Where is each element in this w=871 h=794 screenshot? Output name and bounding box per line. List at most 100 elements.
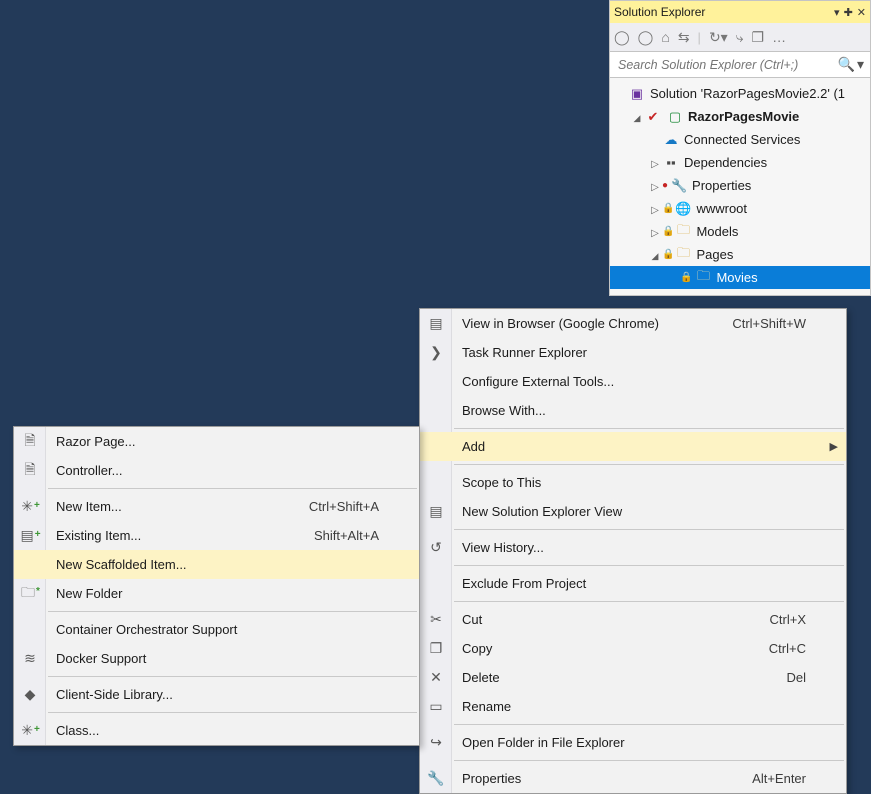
dependencies-node[interactable]: ▪▪ Dependencies <box>610 151 870 174</box>
docker-icon: ≋ <box>14 650 46 667</box>
models-node[interactable]: 🔒 🗀 Models <box>610 220 870 243</box>
solution-icon: ▣ <box>628 86 646 102</box>
pin-icon[interactable]: ✚ <box>844 6 853 19</box>
solution-explorer-search[interactable]: 🔍 ▾ <box>610 52 870 78</box>
menu-label: Copy <box>452 641 769 656</box>
dependencies-icon: ▪▪ <box>662 155 680 170</box>
menu-shortcut: Alt+Enter <box>752 771 806 786</box>
solution-explorer-titlebar: Solution Explorer ▾ ✚ ✕ <box>610 1 870 23</box>
solution-tree: ▣ Solution 'RazorPagesMovie2.2' (1 ✔ ▢ R… <box>610 78 870 295</box>
menu-label: Class... <box>46 723 379 738</box>
menu-shortcut: Del <box>786 670 806 685</box>
menu-client-side-library[interactable]: ◆ Client-Side Library... <box>14 680 419 709</box>
solution-explorer-panel: Solution Explorer ▾ ✚ ✕ ◯ ◯ ⌂ ⇆ | ↻▾ ⤷ ❐… <box>609 0 871 296</box>
menu-label: New Folder <box>46 586 379 601</box>
wwwroot-node[interactable]: 🔒 🌐 wwwroot <box>610 197 870 220</box>
project-node[interactable]: ✔ ▢ RazorPagesMovie <box>610 105 870 128</box>
more-icon[interactable]: … <box>772 29 786 45</box>
menu-add[interactable]: Add ▶ <box>420 432 846 461</box>
solution-explorer-toolbar: ◯ ◯ ⌂ ⇆ | ↻▾ ⤷ ❐ … <box>610 23 870 52</box>
menu-label: View History... <box>452 540 806 555</box>
copy-icon: ❐ <box>420 640 452 657</box>
menu-label: Open Folder in File Explorer <box>452 735 806 750</box>
menu-label: Exclude From Project <box>452 576 806 591</box>
show-all-icon[interactable]: ❐ <box>752 29 765 46</box>
menu-container-orchestrator[interactable]: Container Orchestrator Support <box>14 615 419 644</box>
menu-rename[interactable]: ▭ Rename <box>420 692 846 721</box>
wrench-icon: 🔧 <box>420 770 452 787</box>
menu-view-history[interactable]: ↺ View History... <box>420 533 846 562</box>
solution-node[interactable]: ▣ Solution 'RazorPagesMovie2.2' (1 <box>610 82 870 105</box>
search-icon[interactable]: 🔍 <box>838 56 855 73</box>
folder-icon: 🗀 <box>674 244 692 266</box>
menu-class[interactable]: ✳+ Class... <box>14 716 419 745</box>
sync-icon[interactable]: ⇆ <box>678 29 690 46</box>
folder-icon: 🗀 <box>674 221 692 243</box>
solution-label: Solution 'RazorPagesMovie2.2' (1 <box>650 86 845 101</box>
menu-shortcut: Ctrl+X <box>770 612 806 627</box>
close-icon[interactable]: ✕ <box>857 6 866 19</box>
menu-shortcut: Ctrl+Shift+W <box>732 316 806 331</box>
menu-exclude-from-project[interactable]: Exclude From Project <box>420 569 846 598</box>
menu-browse-with[interactable]: Browse With... <box>420 396 846 425</box>
new-folder-icon: 🗀* <box>14 582 46 606</box>
menu-existing-item[interactable]: ▤+ Existing Item... Shift+Alt+A <box>14 521 419 550</box>
refresh-icon[interactable]: ⤷ <box>736 29 744 46</box>
rename-icon: ▭ <box>420 698 452 715</box>
menu-label: Properties <box>452 771 752 786</box>
menu-task-runner[interactable]: ❯ Task Runner Explorer <box>420 338 846 367</box>
menu-controller[interactable]: 🗎 Controller... <box>14 456 419 485</box>
menu-docker-support[interactable]: ≋ Docker Support <box>14 644 419 673</box>
menu-label: Delete <box>452 670 786 685</box>
forward-icon[interactable]: ◯ <box>638 29 654 46</box>
browser-icon: ▤ <box>420 315 452 332</box>
menu-razor-page[interactable]: 🗎 Razor Page... <box>14 427 419 456</box>
add-submenu: 🗎 Razor Page... 🗎 Controller... ✳+ New I… <box>13 426 420 746</box>
menu-new-item[interactable]: ✳+ New Item... Ctrl+Shift+A <box>14 492 419 521</box>
movies-node[interactable]: 🔒 🗀 Movies <box>610 266 870 289</box>
page-icon: 🗎 <box>14 430 46 454</box>
menu-label: Rename <box>452 699 806 714</box>
properties-node[interactable]: ● 🔧 Properties <box>610 174 870 197</box>
menu-label: Browse With... <box>452 403 806 418</box>
submenu-arrow-icon: ▶ <box>830 440 838 453</box>
class-icon: ✳+ <box>14 722 46 739</box>
search-dropdown-icon[interactable]: ▾ <box>857 56 864 73</box>
menu-shortcut: Ctrl+C <box>769 641 806 656</box>
page-icon: 🗎 <box>14 459 46 483</box>
padlock-icon: 🔒 <box>662 226 674 237</box>
menu-cut[interactable]: ✂ Cut Ctrl+X <box>420 605 846 634</box>
history-icon[interactable]: ↻▾ <box>709 29 728 46</box>
menu-copy[interactable]: ❐ Copy Ctrl+C <box>420 634 846 663</box>
menu-delete[interactable]: ✕ Delete Del <box>420 663 846 692</box>
search-input[interactable] <box>616 57 836 73</box>
movies-label: Movies <box>716 270 757 285</box>
menu-shortcut: Shift+Alt+A <box>314 528 379 543</box>
home-icon[interactable]: ⌂ <box>661 29 669 45</box>
menu-open-in-file-explorer[interactable]: ↪ Open Folder in File Explorer <box>420 728 846 757</box>
context-menu: ▤ View in Browser (Google Chrome) Ctrl+S… <box>419 308 847 794</box>
wwwroot-label: wwwroot <box>696 201 747 216</box>
library-icon: ◆ <box>14 686 46 703</box>
back-icon[interactable]: ◯ <box>614 29 630 46</box>
menu-scope-to-this[interactable]: Scope to This <box>420 468 846 497</box>
menu-label: New Item... <box>46 499 309 514</box>
menu-new-scaffolded-item[interactable]: New Scaffolded Item... <box>14 550 419 579</box>
menu-label: Task Runner Explorer <box>452 345 806 360</box>
menu-label: Razor Page... <box>46 434 379 449</box>
cloud-icon: ☁ <box>662 132 680 148</box>
history-icon: ↺ <box>420 539 452 556</box>
menu-label: Controller... <box>46 463 379 478</box>
pages-node[interactable]: 🔒 🗀 Pages <box>610 243 870 266</box>
models-label: Models <box>696 224 738 239</box>
dropdown-icon[interactable]: ▾ <box>834 6 840 19</box>
menu-label: Configure External Tools... <box>452 374 806 389</box>
folder-open-icon: ↪ <box>420 734 452 751</box>
menu-new-folder[interactable]: 🗀* New Folder <box>14 579 419 608</box>
connected-services-node[interactable]: ☁ Connected Services <box>610 128 870 151</box>
pages-label: Pages <box>696 247 733 262</box>
menu-configure-external-tools[interactable]: Configure External Tools... <box>420 367 846 396</box>
menu-new-solution-explorer-view[interactable]: ▤ New Solution Explorer View <box>420 497 846 526</box>
menu-properties[interactable]: 🔧 Properties Alt+Enter <box>420 764 846 793</box>
menu-view-in-browser[interactable]: ▤ View in Browser (Google Chrome) Ctrl+S… <box>420 309 846 338</box>
